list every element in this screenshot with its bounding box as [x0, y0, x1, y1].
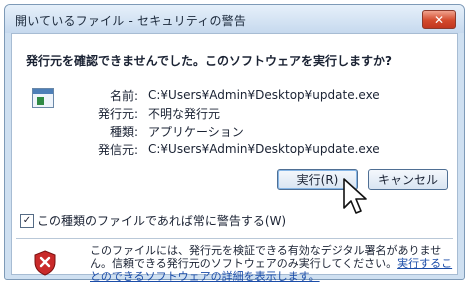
- close-button[interactable]: ✕: [422, 10, 456, 29]
- detail-row-publisher: 発行元: 不明な発行元: [90, 104, 380, 122]
- always-warn-label: この種類のファイルであれば常に警告する(W): [37, 214, 287, 228]
- application-icon: [32, 88, 54, 108]
- detail-label: 種類:: [109, 124, 138, 139]
- detail-label: 発信元:: [97, 142, 138, 157]
- dialog-body: 発行元を確認できませんでした。このソフトウェアを実行しますか? 名前: C:¥U…: [11, 33, 458, 283]
- detail-label: 発行元:: [97, 106, 138, 121]
- detail-value: 不明な発行元: [148, 106, 221, 121]
- always-warn-option[interactable]: ✓ この種類のファイルであれば常に警告する(W): [20, 212, 286, 229]
- detail-row-source: 発信元: C:¥Users¥Admin¥Desktop¥update.exe: [90, 140, 380, 158]
- close-icon: ✕: [433, 12, 445, 27]
- always-warn-checkbox[interactable]: ✓: [20, 213, 34, 228]
- file-details: 名前: C:¥Users¥Admin¥Desktop¥update.exe 発行…: [90, 86, 380, 158]
- detail-row-type: 種類: アプリケーション: [90, 122, 380, 140]
- checkmark-icon: ✓: [22, 214, 32, 226]
- detail-value: C:¥Users¥Admin¥Desktop¥update.exe: [148, 88, 380, 102]
- warning-message: このファイルには、発行元を検証できる有効なデジタル署名がありません。信頼できる発…: [90, 244, 456, 283]
- question-text: 発行元を確認できませんでした。このソフトウェアを実行しますか?: [26, 54, 393, 68]
- window-title: 開いているファイル - セキュリティの警告: [15, 14, 247, 28]
- warning-text: このファイルには、発行元を検証できる有効なデジタル署名がありません。信頼できる発…: [90, 244, 442, 270]
- detail-label: 名前:: [109, 88, 138, 103]
- mouse-cursor-icon: [343, 178, 367, 214]
- shield-warning-icon: [34, 250, 56, 276]
- detail-row-name: 名前: C:¥Users¥Admin¥Desktop¥update.exe: [90, 86, 380, 104]
- separator: [16, 238, 453, 239]
- title-bar: 開いているファイル - セキュリティの警告 ✕: [5, 5, 464, 33]
- security-warning-window: 開いているファイル - セキュリティの警告 ✕ 発行元を確認できませんでした。こ…: [4, 4, 465, 283]
- detail-value: C:¥Users¥Admin¥Desktop¥update.exe: [148, 142, 380, 156]
- detail-value: アプリケーション: [148, 124, 244, 139]
- cancel-button[interactable]: キャンセル: [368, 169, 448, 190]
